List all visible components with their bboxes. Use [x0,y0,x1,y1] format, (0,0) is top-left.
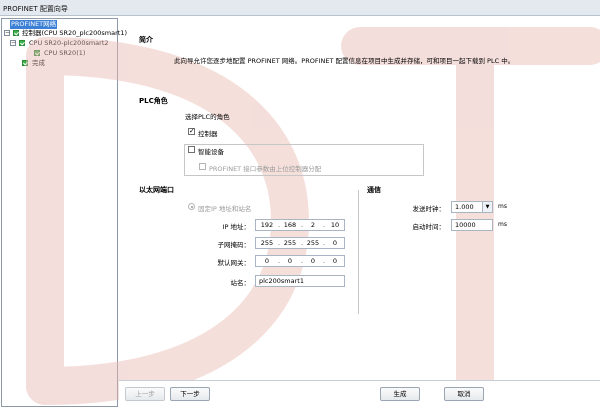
ethernet-heading: 以太网端口 [139,186,174,194]
collapse-icon[interactable]: − [4,30,10,36]
plc-role-prompt: 选择PLC的角色 [185,113,230,121]
wizard-tree[interactable]: PROFINET网络 − 控制器(CPU SR20_plc200smart1) … [1,18,127,407]
plc-role-heading: PLC角色 [139,97,168,105]
tree-item-cpu-sr20-1[interactable]: CPU SR20(1) [43,49,86,58]
subnet-mask-field[interactable]: 255 . 255 . 255 . 0 [255,237,345,249]
station-name-label: 站名： [230,279,251,287]
generate-button[interactable]: 生成 [380,387,420,401]
intro-heading: 简介 [139,36,153,44]
check-icon [22,60,28,66]
profinet-assign-checkbox[interactable] [199,163,206,170]
window-title: PROFINET 配置向导 [3,5,68,13]
ip-address-field[interactable]: 192 . 168 . 2 . 10 [255,219,345,231]
station-name-field[interactable]: plc200smart1 [255,275,345,287]
controller-label: 控制器 [198,130,218,138]
tree-item-profinet-network[interactable]: PROFINET网络 [10,20,58,29]
comm-heading: 通信 [367,186,381,194]
title-bar: PROFINET 配置向导 [0,0,600,16]
send-clock-unit: ms [498,203,507,210]
ip-address-label: IP 地址： [222,223,250,231]
intro-text: 此向导允许您逐步地配置 PROFINET 网络。PROFINET 配置信息在项目… [174,57,515,65]
smart-device-checkbox[interactable] [188,146,195,153]
prev-button[interactable]: 上一步 [125,387,165,401]
profinet-assign-label: PROFINET 接口参数由上位控制器分配 [209,165,322,173]
fixed-ip-label: 固定IP 地址和站名 [198,205,252,213]
controller-checkbox[interactable] [188,127,195,136]
cancel-button[interactable]: 取消 [444,387,484,401]
collapse-icon[interactable]: − [10,40,16,46]
tree-item-finish[interactable]: 完成 [31,59,46,68]
chevron-down-icon[interactable]: ▼ [482,202,492,212]
send-clock-select[interactable]: 1.000 ▼ [451,201,493,213]
section-divider [358,190,359,314]
startup-time-label: 启动时间： [412,223,446,231]
gateway-label: 默认网关： [217,259,251,267]
wizard-content: 简介 此向导允许您逐步地配置 PROFINET 网络。PROFINET 配置信息… [120,18,598,380]
wizard-footer: 上一步 下一步 生成 取消 [119,380,600,409]
tree-item-device-plc200smart2[interactable]: CPU SR20-plc200smart2 [28,39,110,48]
check-icon [34,50,40,56]
startup-time-unit: ms [498,221,507,228]
tree-item-controller[interactable]: 控制器(CPU SR20_plc200smart1) [21,29,128,38]
next-button[interactable]: 下一步 [170,387,210,401]
check-icon [13,30,19,36]
smart-device-label: 智能设备 [198,148,224,156]
fixed-ip-radio[interactable] [188,203,195,210]
check-icon [19,40,25,46]
gateway-field[interactable]: 0 . 0 . 0 . 0 [255,255,345,267]
send-clock-label: 发送时钟： [412,205,446,213]
subnet-mask-label: 子网掩码： [217,241,251,249]
startup-time-field[interactable]: 10000 [451,219,493,231]
